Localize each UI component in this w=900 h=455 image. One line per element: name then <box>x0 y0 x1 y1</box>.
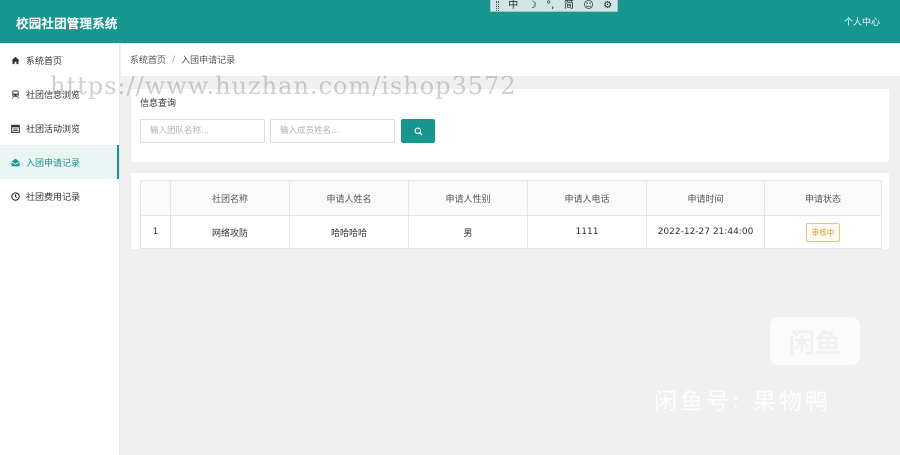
clock-icon <box>11 191 20 201</box>
column-header-club-name: 社团名称 <box>170 180 290 216</box>
chinese-mode-icon[interactable]: 中 <box>508 0 518 11</box>
gear-icon[interactable]: ⚙ <box>603 0 612 11</box>
table-header-row: 社团名称 申请人姓名 申请人性别 申请人电话 申请时间 申请状态 <box>140 180 882 216</box>
cell-club-name: 网络攻防 <box>170 215 290 249</box>
xianyu-logo-watermark: 闲鱼 <box>770 317 860 365</box>
club-name-search-input[interactable] <box>140 119 265 143</box>
top-header: 校园社团管理系统 个人中心 <box>0 0 900 43</box>
status-badge: 审核中 <box>805 222 841 242</box>
cell-status: 审核中 <box>764 215 882 249</box>
member-name-search-input[interactable] <box>270 119 395 143</box>
sidebar-item-label: 社团费用记录 <box>26 192 81 203</box>
calendar-icon <box>11 124 20 133</box>
column-header-gender: 申请人性别 <box>408 180 528 216</box>
sidebar: 系统首页 社团信息浏览 社团活动浏览 入团申请记录 社团费用记录 <box>0 43 120 455</box>
home-icon <box>11 56 20 65</box>
column-header-apply-time: 申请时间 <box>646 180 765 216</box>
cell-gender: 男 <box>408 215 528 249</box>
sidebar-item-label: 系统首页 <box>26 56 63 67</box>
train-icon <box>11 89 20 99</box>
ime-drag-handle[interactable] <box>495 0 499 11</box>
envelope-open-icon <box>11 158 20 167</box>
column-header-index <box>140 180 171 216</box>
join-requests-table: 社团名称 申请人姓名 申请人性别 申请人电话 申请时间 申请状态 1 网络攻防 … <box>140 180 882 249</box>
xianyu-id-watermark: 闲鱼号: 果物鸭 <box>654 389 832 415</box>
cell-apply-time: 2022-12-27 21:44:00 <box>646 215 765 249</box>
search-icon <box>414 124 423 139</box>
table-row[interactable]: 1 网络攻防 哈哈哈哈 男 1111 2022-12-27 21:44:00 审… <box>140 215 882 249</box>
cell-index: 1 <box>140 215 171 249</box>
column-header-status: 申请状态 <box>764 180 882 216</box>
breadcrumb-separator: / <box>172 54 176 65</box>
sidebar-item-join-requests[interactable]: 入团申请记录 <box>0 145 119 179</box>
records-panel: 社团名称 申请人姓名 申请人性别 申请人电话 申请时间 申请状态 1 网络攻防 … <box>131 173 889 249</box>
breadcrumb-current: 入团申请记录 <box>181 56 236 66</box>
sidebar-item-label: 入团申请记录 <box>26 158 81 169</box>
cell-phone: 1111 <box>527 215 647 249</box>
simplified-icon[interactable]: 简 <box>564 0 574 11</box>
sidebar-item-club-activities[interactable]: 社团活动浏览 <box>0 111 119 145</box>
url-watermark: https://www.huzhan.com/ishop3572 <box>50 72 517 100</box>
user-center-link[interactable]: 个人中心 <box>844 15 880 28</box>
sidebar-item-club-fees[interactable]: 社团费用记录 <box>0 179 119 213</box>
cell-applicant-name: 哈哈哈哈 <box>289 215 409 249</box>
half-width-moon-icon[interactable]: ☽ <box>528 0 537 11</box>
emoji-icon[interactable]: ☺ <box>583 0 593 11</box>
punctuation-icon[interactable]: °, <box>546 0 554 11</box>
column-header-phone: 申请人电话 <box>527 180 647 216</box>
search-button[interactable] <box>401 119 435 143</box>
ime-toolbar[interactable]: 中 ☽ °, 简 ☺ ⚙ <box>490 0 618 12</box>
sidebar-item-label: 社团活动浏览 <box>26 124 81 135</box>
app-title: 校园社团管理系统 <box>16 16 118 31</box>
breadcrumb-home[interactable]: 系统首页 <box>130 53 166 66</box>
column-header-applicant-name: 申请人姓名 <box>289 180 409 216</box>
